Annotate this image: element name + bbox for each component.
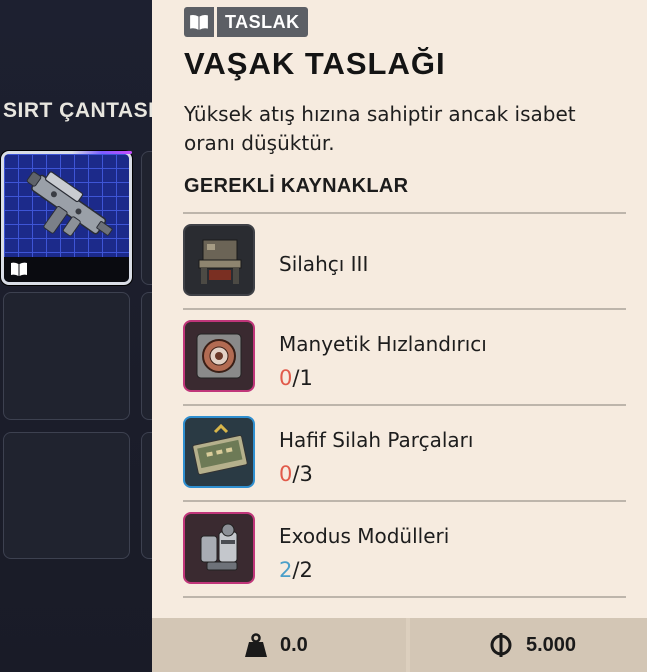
resource-row[interactable]: Exodus Modülleri 2/2 bbox=[183, 508, 626, 600]
divider bbox=[183, 212, 626, 214]
inventory-slot-4[interactable] bbox=[141, 292, 152, 420]
resource-need: 1 bbox=[299, 366, 313, 390]
inventory-slot-5[interactable] bbox=[3, 432, 130, 559]
inventory-slot-6[interactable] bbox=[141, 432, 152, 559]
resource-row[interactable]: Manyetik Hızlandırıcı 0/1 bbox=[183, 316, 626, 408]
slot-footer bbox=[4, 257, 129, 282]
inventory-slot-3[interactable] bbox=[3, 292, 130, 420]
blueprint-detail-panel: TASLAK VAŞAK TASLAĞI Yüksek atış hızına … bbox=[152, 0, 647, 618]
resource-name: Exodus Modülleri bbox=[279, 524, 450, 548]
resource-name: Hafif Silah Parçaları bbox=[279, 428, 474, 452]
book-icon bbox=[11, 262, 27, 276]
resource-need: 2 bbox=[299, 558, 313, 582]
resource-name: Silahçı III bbox=[279, 252, 369, 276]
resource-need: 3 bbox=[299, 462, 313, 486]
resource-have: 0 bbox=[279, 462, 293, 486]
price-value: 5.000 bbox=[526, 634, 577, 656]
coin-icon bbox=[490, 633, 512, 657]
exodus-modules-icon bbox=[200, 523, 238, 571]
inventory-slot-2[interactable] bbox=[141, 151, 152, 285]
resource-quantity: 0/3 bbox=[279, 462, 313, 486]
price-cell: 5.000 bbox=[410, 618, 647, 672]
resource-row[interactable]: Hafif Silah Parçaları 0/3 bbox=[183, 412, 626, 504]
divider bbox=[183, 404, 626, 406]
book-icon bbox=[190, 14, 208, 30]
badge-icon-box bbox=[184, 7, 214, 37]
workbench-thumbnail bbox=[183, 224, 255, 296]
divider bbox=[183, 500, 626, 502]
item-description: Yüksek atış hızına sahiptir ancak isabet… bbox=[184, 102, 576, 155]
gun-parts-case-icon bbox=[192, 423, 248, 475]
light-gun-parts-thumbnail bbox=[183, 416, 255, 488]
weight-cell: 0.0 bbox=[152, 618, 406, 672]
blueprint-type-badge: TASLAK bbox=[184, 7, 308, 37]
resource-have: 0 bbox=[279, 366, 293, 390]
resource-row[interactable]: Silahçı III bbox=[183, 220, 626, 312]
divider bbox=[183, 596, 626, 598]
requirements-heading: GEREKLİ KAYNAKLAR bbox=[184, 175, 409, 197]
magnetic-accelerator-thumbnail bbox=[183, 320, 255, 392]
magnetic-accelerator-icon bbox=[196, 333, 242, 379]
inventory-slot-selected[interactable] bbox=[1, 151, 132, 285]
inventory-section-title: SIRT ÇANTASI bbox=[3, 99, 152, 122]
weight-value: 0.0 bbox=[280, 634, 308, 656]
weight-icon bbox=[245, 633, 267, 657]
badge-label: TASLAK bbox=[217, 7, 308, 37]
exodus-modules-thumbnail bbox=[183, 512, 255, 584]
workbench-icon bbox=[198, 239, 242, 284]
resource-have: 2 bbox=[279, 558, 293, 582]
smg-weapon-image bbox=[26, 171, 113, 237]
divider bbox=[183, 308, 626, 310]
inventory-panel: SIRT ÇANTASI bbox=[0, 0, 152, 672]
resource-quantity: 0/1 bbox=[279, 366, 313, 390]
item-title: VAŞAK TASLAĞI bbox=[184, 46, 446, 81]
resource-quantity: 2/2 bbox=[279, 558, 313, 582]
item-stats-bar: 0.0 5.000 bbox=[152, 618, 647, 672]
resource-name: Manyetik Hızlandırıcı bbox=[279, 332, 487, 356]
